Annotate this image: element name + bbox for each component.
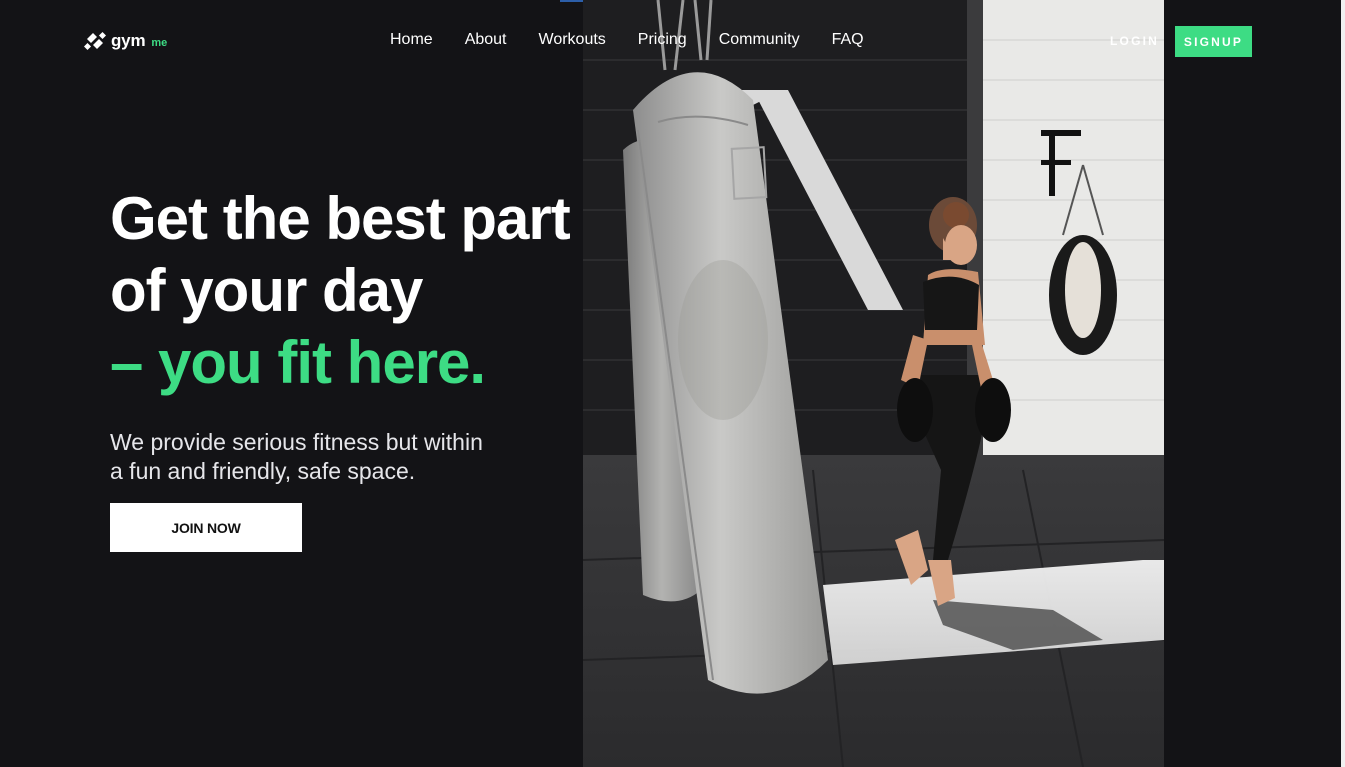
- nav-item-pricing[interactable]: Pricing: [638, 30, 687, 50]
- gym-logo-icon: [84, 31, 106, 51]
- right-edge-strip: [1341, 0, 1345, 767]
- hero-image: [583, 0, 1164, 767]
- signup-button[interactable]: SIGNUP: [1175, 26, 1252, 57]
- boxing-gym-photo: [583, 0, 1164, 767]
- main-nav: Home About Workouts Pricing Community FA…: [390, 30, 896, 50]
- nav-item-workouts[interactable]: Workouts: [539, 30, 606, 50]
- nav-item-community[interactable]: Community: [719, 30, 800, 50]
- hero-headline: Get the best part of your day – you fit …: [110, 183, 670, 399]
- subtext-line-2: a fun and friendly, safe space.: [110, 458, 416, 484]
- join-now-button[interactable]: JOIN NOW: [110, 503, 302, 552]
- nav-item-about[interactable]: About: [465, 30, 507, 50]
- subtext-line-1: We provide serious fitness but within: [110, 429, 483, 455]
- brand-logo[interactable]: gym me: [84, 29, 167, 53]
- headline-line-2: of your day: [110, 257, 423, 324]
- headline-accent: – you fit here.: [110, 329, 486, 396]
- headline-line-1: Get the best part: [110, 185, 571, 252]
- brand-suffix: me: [151, 36, 168, 49]
- login-link[interactable]: LOGIN: [1110, 34, 1159, 48]
- nav-item-home[interactable]: Home: [390, 30, 433, 50]
- brand-name: gym: [111, 31, 146, 50]
- hero-subtext: We provide serious fitness but within a …: [110, 428, 550, 486]
- nav-item-faq[interactable]: FAQ: [832, 30, 864, 50]
